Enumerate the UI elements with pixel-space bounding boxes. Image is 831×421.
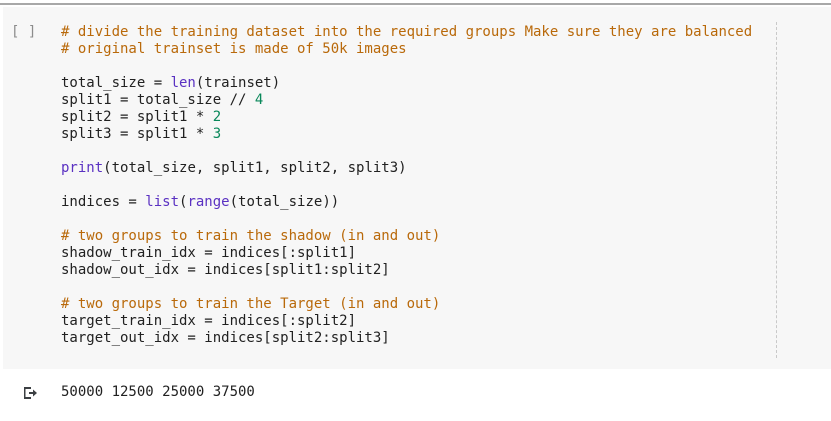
code-line: split1 = total_size // 4: [61, 92, 752, 109]
code-editor[interactable]: # divide the training dataset into the r…: [61, 24, 752, 347]
output-redirect-icon[interactable]: [20, 384, 38, 402]
cell-run-indicator[interactable]: [ ]: [11, 24, 36, 41]
code-token-builtin: print: [61, 160, 104, 176]
code-token-plain: (total_size)): [229, 194, 340, 210]
code-token-comment: # original trainset is made of 50k image…: [61, 41, 407, 57]
code-token-plain: (trainset): [195, 75, 281, 91]
code-token-builtin: len: [170, 75, 196, 91]
code-line: indices = list(range(total_size)): [61, 194, 752, 211]
code-token-plain: target_train_idx = indices[:split2]: [61, 313, 357, 329]
code-line: split2 = split1 * 2: [61, 109, 752, 126]
code-token-builtin: range: [187, 194, 230, 210]
code-token-builtin: list: [145, 194, 180, 210]
code-token-num: 2: [212, 109, 222, 125]
code-token-comment: # two groups to train the shadow (in and…: [61, 228, 441, 244]
code-token-plain: shadow_train_idx = indices[:split1]: [61, 245, 357, 261]
code-token-plain: split2 = split1 *: [61, 109, 213, 125]
cell-top-border: [0, 0, 831, 5]
code-token-plain: (total_size, split1, split2, split3): [103, 160, 407, 176]
code-line: total_size = len(trainset): [61, 75, 752, 92]
code-token-plain: target_out_idx = indices[split2:split3]: [61, 330, 390, 346]
code-line: shadow_out_idx = indices[split1:split2]: [61, 262, 752, 279]
code-line: # two groups to train the Target (in and…: [61, 296, 752, 313]
cell-output-area: 50000 12500 25000 37500: [0, 380, 831, 410]
code-line: target_train_idx = indices[:split2]: [61, 313, 752, 330]
code-line: # two groups to train the shadow (in and…: [61, 228, 752, 245]
code-token-comment: # two groups to train the Target (in and…: [61, 296, 441, 312]
line-length-ruler: [776, 22, 777, 358]
code-token-num: 4: [254, 92, 264, 108]
code-line: split3 = split1 * 3: [61, 126, 752, 143]
code-line: print(total_size, split1, split2, split3…: [61, 160, 752, 177]
code-line: # original trainset is made of 50k image…: [61, 41, 752, 58]
code-line: shadow_train_idx = indices[:split1]: [61, 245, 752, 262]
code-line: target_out_idx = indices[split2:split3]: [61, 330, 752, 347]
code-token-plain: split3 = split1 *: [61, 126, 213, 142]
output-text: 50000 12500 25000 37500: [61, 384, 255, 400]
code-line: # divide the training dataset into the r…: [61, 24, 752, 41]
code-token-num: 3: [212, 126, 222, 142]
code-token-plain: total_size =: [61, 75, 171, 91]
code-token-plain: split1 = total_size //: [61, 92, 255, 108]
code-token-plain: shadow_out_idx = indices[split1:split2]: [61, 262, 390, 278]
code-token-plain: indices =: [61, 194, 146, 210]
code-token-comment: # divide the training dataset into the r…: [61, 24, 753, 40]
